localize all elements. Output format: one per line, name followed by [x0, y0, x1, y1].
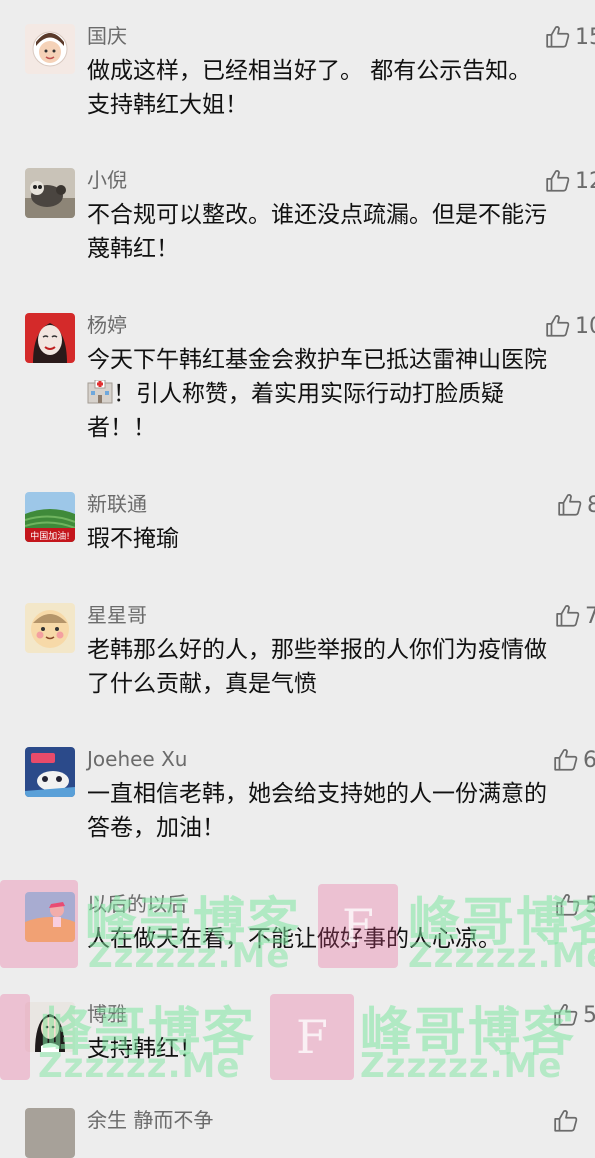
avatar[interactable]: [25, 24, 75, 74]
comment-text: 做成这样，已经相当好了。 都有公示告知。 支持韩红大姐！: [87, 58, 532, 118]
like-count: 6: [583, 747, 595, 773]
comment-text: 老韩那么好的人，那些举报的人你们为疫情做 了什么贡献，真是气愤: [87, 637, 547, 697]
commenter-name[interactable]: 星星哥: [87, 603, 147, 627]
like-count: 15: [575, 24, 595, 50]
avatar[interactable]: 中国加油!: [25, 492, 75, 542]
avatar[interactable]: [25, 892, 75, 942]
like-count: 12: [575, 168, 595, 194]
avatar-label: 中国加油!: [30, 530, 70, 542]
like-button[interactable]: 10: [545, 313, 595, 339]
thumbs-up-icon: [556, 605, 580, 627]
thumbs-up-icon: [554, 1004, 578, 1026]
thumbs-up-icon: [546, 26, 570, 48]
like-button[interactable]: 6: [553, 747, 595, 773]
commenter-name[interactable]: 小倪: [87, 168, 127, 192]
avatar[interactable]: [25, 1108, 75, 1158]
commenter-name[interactable]: 余生 静而不争: [87, 1108, 213, 1132]
like-count: 10: [575, 313, 595, 339]
thumbs-up-icon: [558, 494, 582, 516]
comment-text: 今天下午韩红基金会救护车已抵达雷神山医院 ！引人称赞，着实用实际行动打脸质疑 者…: [87, 343, 595, 445]
like-button[interactable]: 5: [553, 1002, 595, 1028]
like-count: 8: [587, 492, 595, 518]
thumbs-up-icon: [546, 170, 570, 192]
like-button[interactable]: [553, 1108, 579, 1134]
avatar[interactable]: [25, 603, 75, 653]
commenter-name[interactable]: Joehee Xu: [87, 747, 187, 771]
like-button[interactable]: 5: [555, 892, 595, 918]
like-button[interactable]: 15: [545, 24, 595, 50]
thumbs-up-icon: [554, 1110, 578, 1132]
avatar[interactable]: [25, 313, 75, 363]
comment-text: 一直相信老韩，她会给支持她的人一份满意的 答卷，加油！: [87, 781, 547, 841]
avatar[interactable]: [25, 168, 75, 218]
comment-text: 支持韩红！: [87, 1036, 202, 1062]
commenter-name[interactable]: 国庆: [87, 24, 127, 48]
avatar[interactable]: [25, 1002, 75, 1052]
like-count: 5: [583, 1002, 595, 1028]
comment-text-part: 今天下午韩红基金会救护车已抵达雷神山医院: [87, 347, 547, 373]
avatar[interactable]: [25, 747, 75, 797]
thumbs-up-icon: [546, 315, 570, 337]
comment-text: 人在做天在看，不能让做好事的人心凉。: [87, 926, 501, 952]
comment-text: 不合规可以整改。谁还没点疏漏。但是不能污 蔑韩红！: [87, 202, 547, 262]
like-button[interactable]: 8: [557, 492, 595, 518]
like-count: 7: [585, 603, 595, 629]
thumbs-up-icon: [556, 894, 580, 916]
commenter-name[interactable]: 杨婷: [87, 313, 127, 337]
like-count: 5: [585, 892, 595, 918]
comment-text: 瑕不掩瑜: [87, 526, 179, 552]
like-button[interactable]: 12: [545, 168, 595, 194]
thumbs-up-icon: [554, 749, 578, 771]
commenter-name[interactable]: 以后的以后: [87, 892, 187, 916]
hospital-emoji-icon: [87, 379, 113, 404]
comment-list: 国庆 15 做成这样，已经相当好了。 都有公示告知。 支持韩红大姐！ 小倪 12…: [0, 0, 595, 1158]
commenter-name[interactable]: 博雅: [87, 1002, 127, 1026]
like-button[interactable]: 7: [555, 603, 595, 629]
comment-text-part: ！引人称赞，着实用实际行动打脸质疑 者！！: [87, 381, 504, 441]
commenter-name[interactable]: 新联通: [87, 492, 147, 516]
